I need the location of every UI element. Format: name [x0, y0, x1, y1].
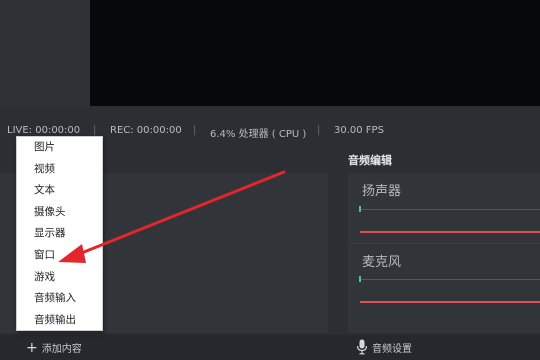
status-separator: |: [317, 125, 321, 136]
menu-item-audio-output[interactable]: 音频输出: [17, 310, 102, 332]
add-source-label: 添加内容: [41, 344, 82, 355]
cpu-usage: 6.4% 处理器 ( CPU ): [210, 129, 307, 140]
menu-item-window[interactable]: 窗口: [17, 245, 102, 267]
status-separator: |: [193, 125, 197, 136]
mixer-divider: [350, 243, 540, 244]
speaker-channel-label: 扬声器: [362, 184, 402, 199]
audio-settings-button[interactable]: 音频设置: [356, 339, 412, 355]
audio-mixer-title: 音频编辑: [348, 154, 392, 167]
fps-counter: 30.00 FPS: [334, 125, 384, 136]
add-source-button[interactable]: + 添加内容: [26, 339, 82, 356]
rec-timer: REC: 00:00:00: [110, 125, 182, 136]
microphone-level-marker: [359, 276, 361, 282]
microphone-channel-label: 麦克风: [362, 255, 402, 270]
preview-canvas[interactable]: [90, 0, 540, 106]
live-timer: LIVE: 00:00:00: [7, 125, 81, 136]
microphone-volume-meter: [360, 279, 540, 280]
menu-item-display[interactable]: 显示器: [17, 223, 102, 245]
menu-item-text[interactable]: 文本: [17, 180, 102, 202]
menu-item-audio-input[interactable]: 音频输入: [17, 288, 102, 310]
audio-settings-label: 音频设置: [372, 343, 412, 355]
add-source-context-menu: 图片 视频 文本 摄像头 显示器 窗口 游戏 音频输入 音频输出: [16, 136, 103, 331]
speaker-level-marker: [359, 206, 361, 212]
microphone-volume-slider[interactable]: [360, 301, 540, 303]
speaker-volume-meter: [360, 209, 540, 210]
microphone-icon: [356, 339, 368, 355]
menu-item-game[interactable]: 游戏: [17, 267, 102, 289]
menu-item-camera[interactable]: 摄像头: [17, 202, 102, 224]
left-dock-area: [0, 0, 90, 108]
speaker-volume-slider[interactable]: [360, 231, 540, 233]
bottom-toolbar: + 添加内容 音频设置: [0, 335, 540, 360]
plus-icon: +: [26, 339, 38, 356]
menu-item-image[interactable]: 图片: [17, 137, 102, 159]
menu-item-video[interactable]: 视频: [17, 159, 102, 181]
status-separator: |: [93, 125, 97, 136]
